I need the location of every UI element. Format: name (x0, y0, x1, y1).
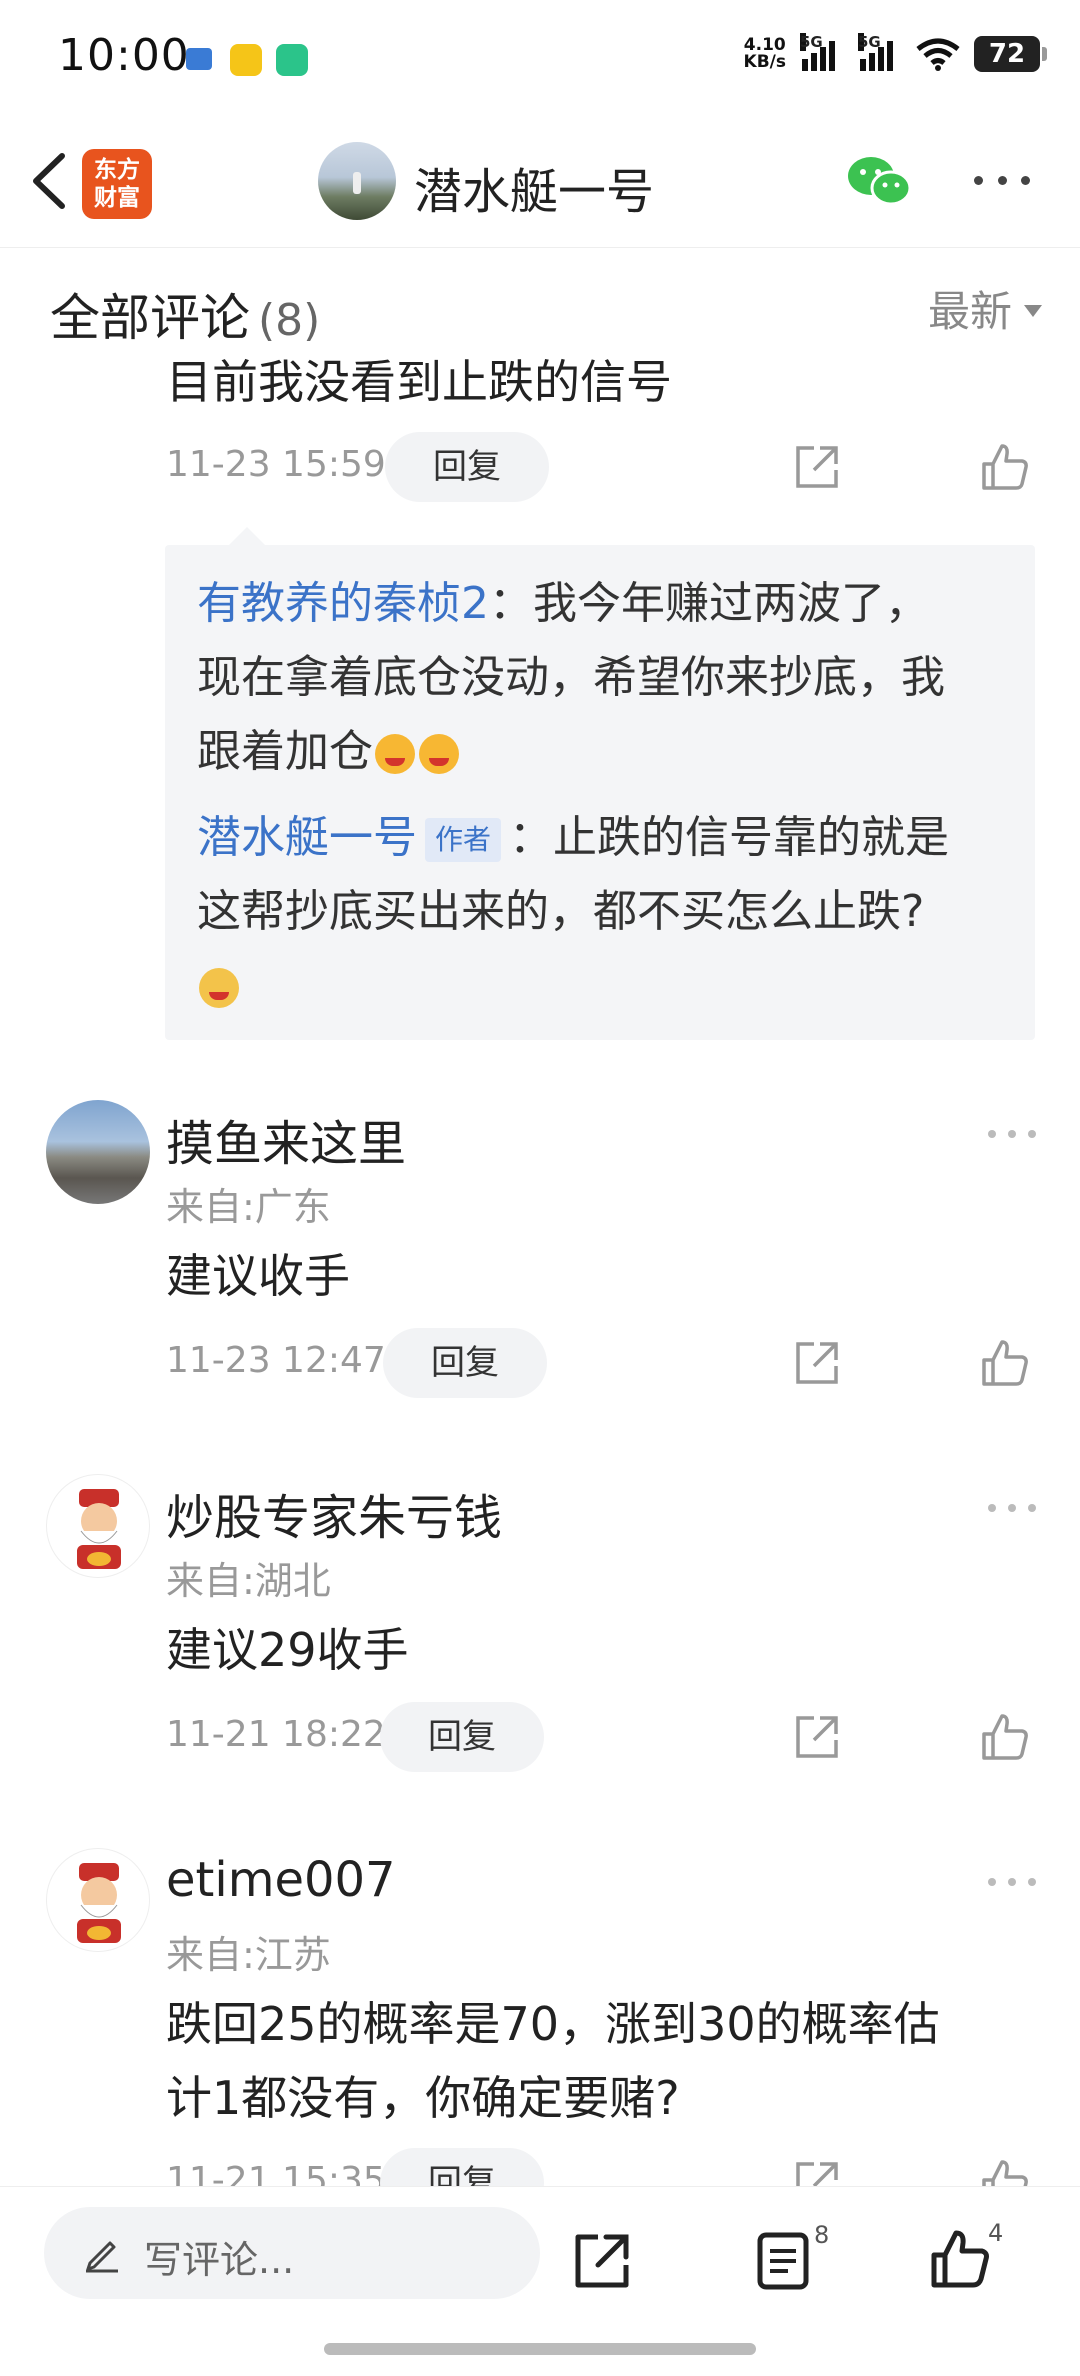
comment-text: 跌回25的概率是70，涨到30的概率估 (166, 1997, 940, 2051)
hand-app-icon (230, 44, 262, 76)
reply-author-link[interactable]: 潜水艇一号 (197, 812, 417, 863)
author-badge: 作者 (425, 818, 502, 862)
reply-line: 跟着加仓 (197, 715, 1017, 789)
wifi-icon (916, 38, 960, 71)
home-indicator[interactable] (324, 2343, 756, 2355)
battery-indicator: 72 (974, 36, 1047, 72)
avatar[interactable] (46, 1474, 150, 1578)
comment-text: 建议29收手 (166, 1623, 409, 1677)
fortune-god-icon (77, 1863, 121, 1943)
winking-emoji-icon (419, 734, 459, 774)
author-avatar[interactable] (318, 142, 396, 220)
comment-text: 目前我没看到止跌的信号 (166, 355, 672, 409)
like-icon[interactable] (980, 1712, 1030, 1762)
top-nav: 东方 财富 潜水艇一号 (0, 118, 1080, 248)
likes-count-badge: 4 (988, 2219, 1004, 2247)
comment-placeholder: 写评论... (144, 2238, 295, 2282)
like-icon[interactable] (980, 1338, 1030, 1388)
commenter-name[interactable]: etime007 (166, 1852, 396, 1908)
pencil-icon (86, 2241, 118, 2273)
like-icon[interactable] (928, 2227, 992, 2291)
status-right: 4.10 KB/s 5G 5G 72 (743, 33, 1047, 72)
winking-emoji-icon (375, 734, 415, 774)
status-bar: 10:00 4.10 KB/s 5G 5G 72 (0, 0, 1080, 118)
shrug-emoji-icon (199, 968, 239, 1008)
reply-line: 有教养的秦桢2：我今年赚过两波了， (197, 578, 929, 629)
reply-line: 潜水艇一号 作者 ：止跌的信号靠的就是 (197, 812, 950, 863)
comment-time: 11-21 18:22 (166, 1714, 386, 1755)
page-title[interactable]: 潜水艇一号 (414, 152, 654, 222)
share-icon[interactable] (794, 1714, 840, 1760)
wechat-icon[interactable] (846, 154, 912, 210)
comment-text: 计1都没有，你确定要赌? (166, 2071, 680, 2125)
comment-more-icon[interactable] (988, 1878, 1036, 1890)
commenter-location: 来自:广东 (166, 1185, 331, 1229)
reply-line: 这帮抄底买出来的，都不买怎么止跌? (197, 886, 925, 937)
signal-2-icon: 5G (858, 33, 902, 71)
signal-1-icon: 5G (800, 33, 844, 71)
eastmoney-logo[interactable]: 东方 财富 (82, 149, 152, 219)
back-arrow-icon[interactable] (22, 150, 78, 212)
commenter-location: 来自:湖北 (166, 1559, 331, 1603)
like-icon[interactable] (980, 442, 1030, 492)
comments-count-badge: 8 (814, 2221, 830, 2249)
fortune-god-icon (77, 1489, 121, 1569)
transfer-app-icon (276, 44, 308, 76)
share-icon[interactable] (794, 1340, 840, 1386)
comments-title: 全部评论 (8) (50, 289, 321, 347)
sort-dropdown[interactable]: 最新 (928, 278, 1042, 339)
reply-button[interactable]: 回复 (385, 432, 549, 502)
status-time: 10:00 (58, 30, 190, 81)
commenter-location: 来自:江苏 (166, 1933, 331, 1977)
share-icon[interactable] (794, 444, 840, 490)
comments-count: (8) (258, 295, 321, 346)
bottom-action-bar: 写评论... 8 4 (0, 2186, 1080, 2376)
commenter-name[interactable]: 炒股专家朱亏钱 (166, 1478, 502, 1548)
comment-text: 建议收手 (166, 1249, 350, 1303)
commenter-name[interactable]: 摸鱼来这里 (166, 1104, 406, 1174)
comment-input[interactable]: 写评论... (44, 2207, 540, 2299)
dropdown-arrow-icon (1024, 304, 1042, 317)
reply-button[interactable]: 回复 (383, 1328, 547, 1398)
reply-line: 现在拿着底仓没动，希望你来抄底，我 (197, 652, 945, 703)
more-options-icon[interactable] (974, 176, 1030, 190)
comment-more-icon[interactable] (988, 1130, 1036, 1142)
comments-icon[interactable] (752, 2229, 816, 2293)
comment-time: 11-23 12:47 (166, 1340, 386, 1381)
reply-line (197, 949, 1017, 1023)
comment-time: 11-23 15:59 (166, 444, 386, 485)
app-notification-icon (186, 48, 212, 70)
comment-more-icon[interactable] (988, 1504, 1036, 1516)
net-speed: 4.10 KB/s (743, 35, 786, 72)
reply-button[interactable]: 回复 (380, 1702, 544, 1772)
avatar[interactable] (46, 1100, 150, 1204)
avatar[interactable] (46, 1848, 150, 1952)
reply-author-link[interactable]: 有教养的秦桢2 (197, 578, 489, 629)
reply-thread: 有教养的秦桢2：我今年赚过两波了， 现在拿着底仓没动，希望你来抄底，我 跟着加仓… (165, 527, 1035, 1040)
share-icon[interactable] (570, 2229, 634, 2293)
